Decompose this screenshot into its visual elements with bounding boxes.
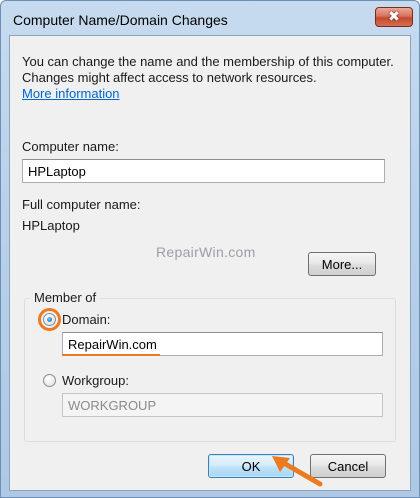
workgroup-label: Workgroup: [62,373,129,388]
arrow-pointer-icon [272,456,323,487]
computer-name-value: HPLaptop [28,164,86,179]
window-title: Computer Name/Domain Changes [13,12,228,28]
close-button[interactable]: ✖ [375,7,413,27]
close-icon: ✖ [388,9,400,25]
full-computer-name-label: Full computer name: [22,197,141,212]
computer-name-input[interactable]: HPLaptop [22,159,385,183]
domain-input[interactable]: RepairWin.com [62,332,383,356]
workgroup-input[interactable]: WORKGROUP [62,393,383,417]
more-information-link[interactable]: More information [22,86,120,101]
dialog-window: Computer Name/Domain Changes ✖ You can c… [0,0,420,498]
highlight-underline [62,354,160,356]
workgroup-value: WORKGROUP [68,398,157,413]
more-button[interactable]: More... [308,252,376,276]
domain-radio[interactable] [43,313,56,326]
member-of-legend: Member of [30,290,101,305]
full-computer-name-value: HPLaptop [22,218,80,233]
dialog-body: You can change the name and the membersh… [9,35,411,491]
title-bar[interactable]: Computer Name/Domain Changes ✖ [1,1,419,35]
description-text: You can change the name and the membersh… [22,54,394,85]
domain-value: RepairWin.com [68,337,157,352]
watermark-text: RepairWin.com [156,244,256,260]
workgroup-radio[interactable] [43,374,56,387]
domain-label: Domain: [62,312,111,327]
computer-name-label: Computer name: [22,139,119,154]
